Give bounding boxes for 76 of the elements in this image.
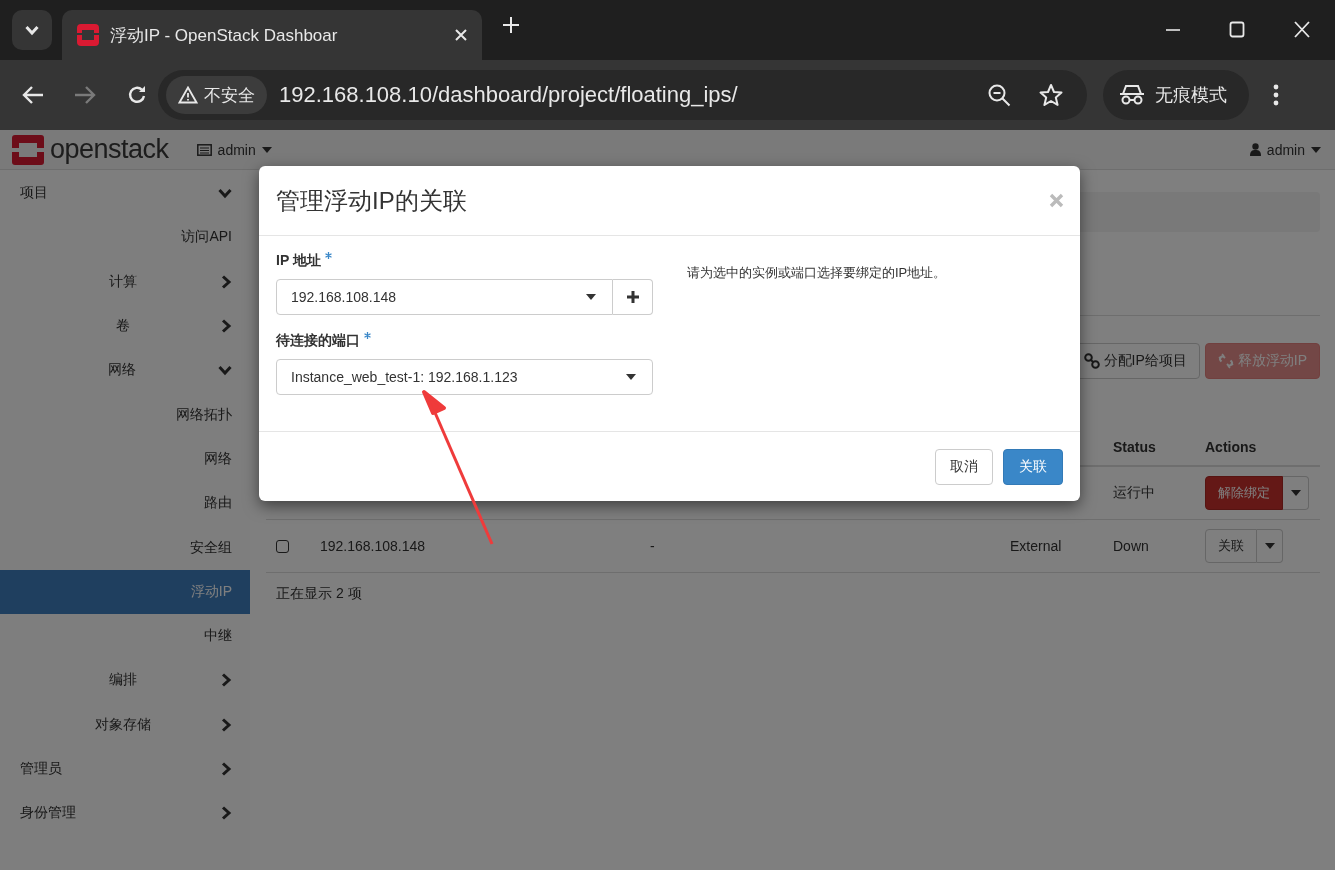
list-icon <box>196 143 212 156</box>
caret-down-icon <box>1290 490 1301 496</box>
actions-toggle[interactable] <box>1257 529 1283 563</box>
more-menu-icon[interactable] <box>1273 84 1279 106</box>
sidebar-item[interactable]: 对象存储 <box>0 702 250 747</box>
table-cell: 192.168.108.148 <box>320 538 426 554</box>
table-cell: - <box>650 538 655 554</box>
back-arrow-icon[interactable] <box>22 85 44 105</box>
openstack-logo-text: openstack <box>50 134 169 165</box>
sidebar-item[interactable]: 网络 <box>0 348 250 393</box>
incognito-icon <box>1119 84 1145 106</box>
table-cell: External <box>1010 538 1062 554</box>
chevron-down-icon <box>218 187 232 200</box>
openstack-logo-icon <box>12 134 44 165</box>
project-dropdown[interactable]: admin <box>196 141 272 158</box>
select-field[interactable]: 192.168.108.148 <box>276 279 613 315</box>
plus-icon[interactable] <box>502 16 520 34</box>
link-icon <box>1083 353 1100 369</box>
caret-down-icon <box>626 374 636 380</box>
sidebar-item[interactable]: 卷 <box>0 303 250 349</box>
browser-tab[interactable]: 浮动IP - OpenStack Dashboar <box>62 10 482 60</box>
sidebar-item[interactable]: 编排 <box>0 658 250 703</box>
tab-title: 浮动IP - OpenStack Dashboar <box>110 24 339 47</box>
table-cell: Down <box>1113 538 1149 554</box>
add-button[interactable] <box>613 279 653 315</box>
warning-icon <box>178 86 198 104</box>
caret-down-icon <box>586 294 596 300</box>
sidebar-item[interactable]: 身份管理 <box>0 791 250 836</box>
field-label: 待连接的端口 <box>276 332 360 350</box>
tab-list-button[interactable] <box>12 10 52 50</box>
star-icon[interactable] <box>1039 83 1063 107</box>
chevron-right-icon <box>220 319 232 334</box>
openstack-logo-icon <box>76 23 100 47</box>
modal-title: 管理浮动IP的关联 <box>276 185 468 216</box>
chevron-right-icon <box>220 673 232 688</box>
help-text: 请为选中的实例或端口选择要绑定的IP地址。 <box>687 264 947 282</box>
url-text: 192.168.108.10/dashboard/project/floating_ips/ <box>279 82 739 108</box>
disassociate-button[interactable]: 解除绑定 <box>1205 476 1283 510</box>
zoom-out-icon[interactable] <box>987 83 1011 107</box>
chevron-right-icon <box>220 806 232 821</box>
sidebar-item[interactable]: 安全组 <box>0 525 250 570</box>
sidebar-item[interactable]: 访问API <box>0 215 250 260</box>
item-count: 正在显示 2 项 <box>275 585 363 603</box>
chevron-down-icon <box>25 24 39 36</box>
sidebar-item[interactable]: 网络拓扑 <box>0 392 250 437</box>
chevron-right-icon <box>220 717 232 732</box>
sidebar-item[interactable]: 项目 <box>0 171 250 216</box>
sidebar-item[interactable]: 浮动IP <box>0 569 250 614</box>
field-label: IP 地址 <box>276 252 321 270</box>
chevron-down-icon <box>218 364 232 377</box>
plus-icon <box>626 291 639 303</box>
table-cell: 运行中 <box>1113 484 1155 502</box>
associate-button[interactable]: 关联 <box>1205 529 1257 563</box>
caret-down-icon <box>261 146 272 153</box>
chevron-right-icon <box>220 762 232 776</box>
caret-down-icon <box>1311 146 1321 153</box>
user-icon <box>1249 143 1261 156</box>
actions-toggle[interactable] <box>1283 476 1309 510</box>
column-header: Actions <box>1205 438 1257 455</box>
column-header: Status <box>1113 438 1156 455</box>
cancel-button[interactable]: 取消 <box>935 448 993 485</box>
reload-icon[interactable] <box>126 84 148 106</box>
address-bar[interactable]: 不安全 192.168.108.10/dashboard/project/floating_ips/ <box>158 70 1087 120</box>
sidebar-item[interactable]: 管理员 <box>0 746 250 792</box>
incognito-chip[interactable]: 无痕模式 <box>1103 70 1249 120</box>
user-dropdown[interactable]: admin <box>1249 141 1321 158</box>
associate-button[interactable]: 关联 <box>1003 448 1063 485</box>
security-chip[interactable]: 不安全 <box>166 76 267 114</box>
row-checkbox[interactable] <box>276 539 289 553</box>
sidebar-item[interactable]: 路由 <box>0 481 250 526</box>
forward-arrow-icon[interactable] <box>74 85 96 105</box>
chevron-right-icon <box>220 274 232 289</box>
sidebar-item[interactable]: 网络 <box>0 436 250 482</box>
select-field[interactable]: Instance_web_test-1: 192.168.1.123 <box>276 359 653 395</box>
caret-down-icon <box>1264 543 1275 549</box>
sidebar-item[interactable]: 计算 <box>0 259 250 304</box>
